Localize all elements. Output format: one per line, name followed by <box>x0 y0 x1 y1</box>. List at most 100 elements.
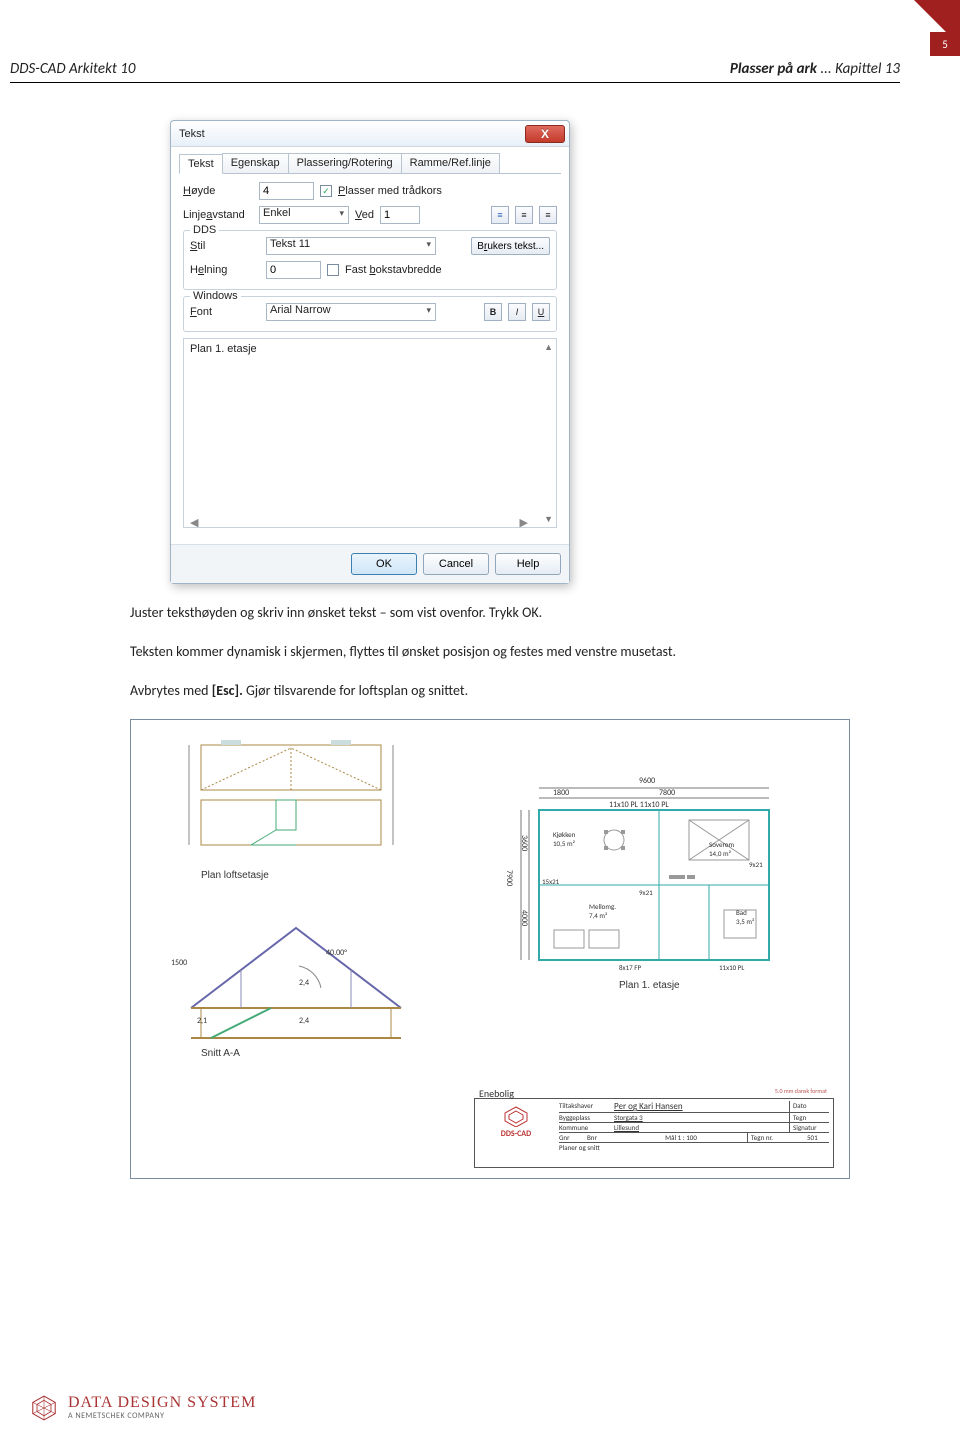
bold-icon[interactable]: B <box>484 303 502 321</box>
helning-label: Helning <box>190 264 260 276</box>
help-button[interactable]: Help <box>495 553 561 575</box>
paragraph-3a: Avbrytes med <box>130 682 212 699</box>
floor-plan: 9600 1800 7800 11x10 PL 11x10 PL 7900 36… <box>509 780 789 990</box>
page-footer: DATA DESIGN SYSTEM A NEMETSCHEK COMPANY <box>30 1394 256 1422</box>
tb-komm-lab: Kommune <box>559 1123 614 1132</box>
room-soverom: Soverom 14,0 m² <box>709 840 734 858</box>
paragraph-1: Juster teksthøyden og skriv inn ønsket t… <box>130 602 850 623</box>
note-pl2: 11x10 PL <box>719 963 744 972</box>
dialog-tabs: Tekst Egenskap Plassering/Rotering Ramme… <box>179 153 561 174</box>
note-pl: 11x10 PL 11x10 PL <box>609 800 669 810</box>
header-right-bold: Plasser på ark <box>730 60 817 78</box>
header-left: DDS-CAD Arkitekt 10 <box>10 60 135 78</box>
ok-button[interactable]: OK <box>351 553 417 575</box>
ved-input[interactable] <box>380 206 420 224</box>
dim-9600: 9600 <box>639 776 655 786</box>
dim-4000: 4000 <box>519 910 529 926</box>
loft-plan-label: Plan loftsetasje <box>201 870 269 881</box>
dim-1800: 1800 <box>553 788 569 798</box>
dim-3600: 3600 <box>519 835 529 851</box>
close-icon[interactable]: X <box>525 125 565 143</box>
section-h3: 2,1 <box>197 1016 207 1026</box>
align-left-icon[interactable]: ≡ <box>491 206 509 224</box>
room-kitchen: Kjøkken 10,5 m² <box>553 830 575 848</box>
footer-company-sub: A NEMETSCHEK COMPANY <box>68 1412 256 1420</box>
font-label: Font <box>190 306 260 318</box>
windows-group-label: Windows <box>190 290 241 302</box>
underline-icon[interactable]: U <box>532 303 550 321</box>
room-bad: Bad 3,5 m² <box>736 908 754 926</box>
section-aa: 40.00° 2,4 2,4 2,1 1500 Snitt A-A <box>171 918 421 1058</box>
hoyde-input[interactable] <box>259 182 314 200</box>
scroll-up-icon[interactable]: ▲ <box>544 342 553 352</box>
title-block: Enebolig 5.0 mm dansk format DDS-CAD Til… <box>474 1098 834 1168</box>
font-select[interactable]: Arial Narrow <box>266 303 436 321</box>
angle-note: 40.00° <box>326 948 347 958</box>
align-right-icon[interactable]: ≡ <box>539 206 557 224</box>
tab-tekst[interactable]: Tekst <box>179 154 223 174</box>
section-h2: 2,4 <box>299 1016 309 1026</box>
footer-company: DATA DESIGN SYSTEM <box>68 1395 256 1412</box>
dialog-title: Tekst <box>179 128 205 140</box>
dds-group: DDS Stil Tekst 11 Brukers tekst... Helni… <box>183 230 557 290</box>
floor-plan-label: Plan 1. etasje <box>619 980 680 991</box>
paragraph-3: Avbrytes med [Esc]. Gjør tilsvarende for… <box>130 680 850 701</box>
tb-tegn: Tegn <box>789 1113 829 1122</box>
door-15x21: 15x21 <box>542 877 559 886</box>
room-mellomg: Mellomg. 7,4 m² <box>589 902 616 920</box>
dds-logo-text: DDS-CAD <box>481 1129 551 1139</box>
stil-select[interactable]: Tekst 11 <box>266 237 436 255</box>
dds-logo-icon <box>503 1105 529 1127</box>
title-project: Enebolig <box>479 1087 514 1100</box>
paragraph-3c: Gjør tilsvarende for loftsplan og snitte… <box>243 682 468 699</box>
tb-addr: Storgata 3 <box>614 1113 789 1122</box>
section-1500: 1500 <box>171 958 187 968</box>
tb-dato: Dato <box>789 1101 829 1112</box>
tab-egenskap[interactable]: Egenskap <box>222 153 289 173</box>
tb-tegnnr-lab: Tegn nr. <box>747 1133 807 1142</box>
tb-tegnnr: 501 <box>807 1133 829 1142</box>
plasser-checkbox[interactable]: ✓ <box>320 185 332 197</box>
format-note: 5.0 mm dansk format <box>775 1087 827 1095</box>
section-label: Snitt A-A <box>201 1048 240 1059</box>
scroll-left-icon[interactable]: ◀ <box>190 516 198 525</box>
linjeavstand-label: Linjeavstand <box>183 209 253 221</box>
tab-ramme[interactable]: Ramme/Ref.linje <box>401 153 500 173</box>
tb-sheet: Planer og snitt <box>559 1143 829 1152</box>
linjeavstand-select[interactable]: Enkel <box>259 206 349 224</box>
note-fp: 8x17 FP <box>619 963 641 972</box>
fast-bokstav-label: Fast bokstavbredde <box>345 264 442 276</box>
dim-7800: 7800 <box>659 788 675 798</box>
helning-input[interactable] <box>266 261 321 279</box>
header-right-rest: ... Kapittel 13 <box>817 60 900 78</box>
page-number: 5 <box>930 32 960 56</box>
cancel-button[interactable]: Cancel <box>423 553 489 575</box>
dds-footer-logo-icon <box>30 1394 58 1422</box>
header-rule <box>10 82 900 83</box>
tb-owner-lab: Tiltakshaver <box>559 1101 614 1112</box>
brukers-tekst-button[interactable]: Brukers tekst... <box>471 237 550 255</box>
dds-group-label: DDS <box>190 224 219 236</box>
tb-scale: Mål 1 : 100 <box>615 1133 747 1142</box>
align-center-icon[interactable]: ≡ <box>515 206 533 224</box>
header-right: Plasser på ark ... Kapittel 13 <box>730 60 900 78</box>
hoyde-label: HHøydeøyde <box>183 185 253 197</box>
tb-sign: Signatur <box>789 1123 829 1132</box>
tb-bnr: Bnr <box>587 1133 615 1142</box>
plasser-label: Plasser med trådkors <box>338 185 442 197</box>
scroll-down-icon[interactable]: ▼ <box>544 514 553 524</box>
scroll-right-icon[interactable]: ▶ <box>520 516 528 525</box>
running-header: DDS-CAD Arkitekt 10 Plasser på ark ... K… <box>10 60 900 78</box>
text-dialog: Tekst X Tekst Egenskap Plassering/Roteri… <box>170 120 570 584</box>
windows-group: Windows Font Arial Narrow B I U <box>183 296 557 332</box>
tab-plassering[interactable]: Plassering/Rotering <box>288 153 402 173</box>
fast-checkbox[interactable] <box>327 264 339 276</box>
dialog-titlebar: Tekst X <box>171 121 569 147</box>
loft-plan: Plan loftsetasje <box>181 740 401 890</box>
text-preview[interactable]: Plan 1. etasje ▲ ▼ ◀▶ <box>183 338 557 528</box>
section-h1: 2,4 <box>299 978 309 988</box>
italic-icon[interactable]: I <box>508 303 526 321</box>
door-9x21-a: 9x21 <box>639 888 653 897</box>
paragraph-3-esc: [Esc]. <box>212 682 243 699</box>
door-9x21-b: 9x21 <box>749 860 763 869</box>
